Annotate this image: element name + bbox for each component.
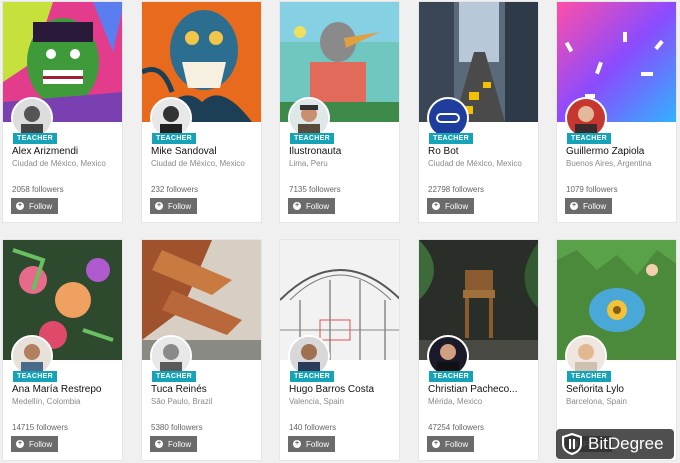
follow-button[interactable]: + Follow <box>427 198 474 214</box>
follow-label: Follow <box>445 439 469 449</box>
teacher-location: Barcelona, Spain <box>566 397 627 406</box>
follow-label: Follow <box>29 439 53 449</box>
follow-label: Follow <box>445 201 469 211</box>
plus-icon: + <box>432 440 440 448</box>
follower-count: 22798 followers <box>428 185 485 194</box>
teacher-location: Medellín, Colombia <box>12 397 81 406</box>
follow-label: Follow <box>168 439 192 449</box>
teacher-card[interactable]: TEACHER Tuca Reinés São Paulo, Brazil 53… <box>141 239 262 461</box>
teacher-badge: TEACHER <box>152 133 196 144</box>
follower-count: 140 followers <box>289 423 337 432</box>
teacher-name[interactable]: Guillermo Zapiola <box>566 146 674 157</box>
shield-icon <box>562 433 582 455</box>
teacher-badge: TEACHER <box>429 371 473 382</box>
teacher-badge: TEACHER <box>290 133 334 144</box>
teacher-badge: TEACHER <box>567 133 611 144</box>
teacher-card[interactable]: TEACHER Mike Sandoval Ciudad de México, … <box>141 1 262 223</box>
teacher-card[interactable]: TEACHER Alex Arizmendi Ciudad de México,… <box>2 1 123 223</box>
follower-count: 5380 followers <box>151 423 203 432</box>
teacher-name[interactable]: Ilustronauta <box>289 146 397 157</box>
teacher-card[interactable]: TEACHER Señorita Lylo Barcelona, Spain +… <box>556 239 677 461</box>
teacher-name[interactable]: Ana María Restrepo <box>12 384 120 395</box>
teacher-name[interactable]: Mike Sandoval <box>151 146 259 157</box>
plus-icon: + <box>155 202 163 210</box>
bitdegree-watermark: BitDegree <box>556 429 674 459</box>
follow-label: Follow <box>583 201 607 211</box>
follower-count: 2058 followers <box>12 185 64 194</box>
teacher-location: Ciudad de México, Mexico <box>151 159 245 168</box>
follower-count: 7135 followers <box>289 185 341 194</box>
follower-count: 14715 followers <box>12 423 69 432</box>
follow-button[interactable]: + Follow <box>288 436 335 452</box>
teacher-location: São Paulo, Brazil <box>151 397 213 406</box>
teacher-name[interactable]: Tuca Reinés <box>151 384 259 395</box>
teacher-badge: TEACHER <box>290 371 334 382</box>
plus-icon: + <box>432 202 440 210</box>
teacher-badge: TEACHER <box>429 133 473 144</box>
follow-button[interactable]: + Follow <box>150 436 197 452</box>
plus-icon: + <box>16 202 24 210</box>
teacher-name[interactable]: Hugo Barros Costa <box>289 384 397 395</box>
follower-count: 47254 followers <box>428 423 485 432</box>
teacher-card[interactable]: TEACHER Ilustronauta Lima, Peru 7135 fol… <box>279 1 400 223</box>
follow-label: Follow <box>29 201 53 211</box>
teacher-card[interactable]: TEACHER Ana María Restrepo Medellín, Col… <box>2 239 123 461</box>
teacher-card[interactable]: TEACHER Guillermo Zapiola Buenos Aires, … <box>556 1 677 223</box>
teacher-card[interactable]: TEACHER Hugo Barros Costa Valencia, Spai… <box>279 239 400 461</box>
teacher-badge: TEACHER <box>152 371 196 382</box>
teacher-location: Ciudad de México, Mexico <box>12 159 106 168</box>
follow-label: Follow <box>168 201 192 211</box>
follow-button[interactable]: + Follow <box>150 198 197 214</box>
follow-button[interactable]: + Follow <box>288 198 335 214</box>
teacher-name[interactable]: Señorita Lylo <box>566 384 674 395</box>
follow-label: Follow <box>306 439 330 449</box>
plus-icon: + <box>293 202 301 210</box>
teacher-location: Valencia, Spain <box>289 397 344 406</box>
teacher-card[interactable]: TEACHER Christian Pacheco... Mérida, Mex… <box>418 239 539 461</box>
teacher-location: Lima, Peru <box>289 159 328 168</box>
plus-icon: + <box>155 440 163 448</box>
teacher-card[interactable]: TEACHER Ro Bot Ciudad de México, Mexico … <box>418 1 539 223</box>
follower-count: 232 followers <box>151 185 199 194</box>
teacher-location: Ciudad de México, Mexico <box>428 159 522 168</box>
watermark-text: BitDegree <box>588 434 664 453</box>
plus-icon: + <box>293 440 301 448</box>
teacher-badge: TEACHER <box>13 133 57 144</box>
plus-icon: + <box>16 440 24 448</box>
follow-button[interactable]: + Follow <box>11 198 58 214</box>
follow-button[interactable]: + Follow <box>11 436 58 452</box>
follower-count: 1079 followers <box>566 185 618 194</box>
follow-button[interactable]: + Follow <box>427 436 474 452</box>
teacher-badge: TEACHER <box>13 371 57 382</box>
teacher-name[interactable]: Christian Pacheco... <box>428 384 536 395</box>
follow-button[interactable]: + Follow <box>565 198 612 214</box>
follow-label: Follow <box>306 201 330 211</box>
teacher-name[interactable]: Ro Bot <box>428 146 536 157</box>
teacher-location: Buenos Aires, Argentina <box>566 159 652 168</box>
teacher-name[interactable]: Alex Arizmendi <box>12 146 120 157</box>
plus-icon: + <box>570 202 578 210</box>
teacher-location: Mérida, Mexico <box>428 397 483 406</box>
teacher-badge: TEACHER <box>567 371 611 382</box>
